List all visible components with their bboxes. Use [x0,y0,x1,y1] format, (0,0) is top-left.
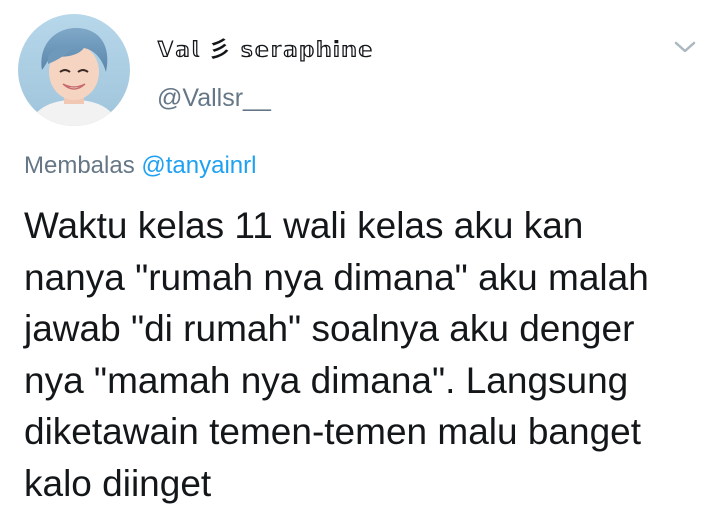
reply-mention-link[interactable]: @tanyainrl [141,152,256,179]
reply-context: Membalas @tanyainrl [24,152,256,180]
tweet-text-line: Waktu kelas 11 wali kelas aku kan [24,205,584,246]
chevron-down-icon[interactable] [670,36,700,58]
reply-prefix: Membalas [24,152,135,179]
tweet-text-line: kalo diinget [24,462,212,504]
tweet-card: 𝕍𝕒𝕝 彡 𝕤𝕖𝕣𝕒𝕡𝕙𝕚𝕟𝕖 @Vallsr__ Membalas @tany… [0,0,720,514]
tweet-text-line: jawab "di rumah" soalnya aku denger [24,308,635,349]
display-name[interactable]: 𝕍𝕒𝕝 彡 𝕤𝕖𝕣𝕒𝕡𝕙𝕚𝕟𝕖 [157,32,374,64]
avatar-image [18,14,130,126]
tweet-text-line: diketawain temen-temen malu banget [24,411,642,452]
chevron-down-icon-glyph [674,41,696,53]
user-handle[interactable]: @Vallsr__ [157,84,271,113]
avatar[interactable] [18,14,130,126]
tweet-text-line: nanya "rumah nya dimana" aku malah [24,256,649,298]
tweet-text-line: nya "mamah nya dimana". Langsung [24,359,629,401]
tweet-text: Waktu kelas 11 wali kelas aku kan nanya … [24,200,714,509]
